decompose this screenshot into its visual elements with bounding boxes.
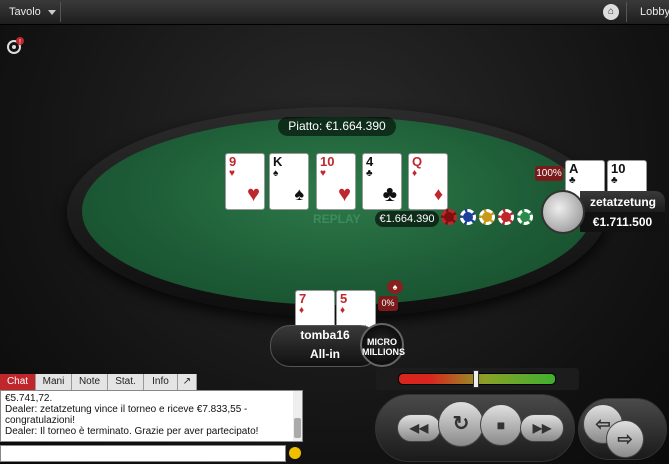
card-suit: ♦ <box>299 305 305 316</box>
table-felt <box>82 117 592 305</box>
tab-chat[interactable]: Chat <box>0 374 36 390</box>
card-pip: ♠ <box>294 184 304 204</box>
card-suit: ♦ <box>412 168 418 179</box>
card-rank: 7 <box>299 291 307 306</box>
rewind-icon[interactable]: ◀◀ <box>397 414 441 442</box>
card-rank: 10 <box>320 154 335 169</box>
chat-line: Dealer: zetatzetung vince il torneo e ri… <box>5 404 248 415</box>
question-icon[interactable]: ! <box>6 37 24 55</box>
lobby-button[interactable]: Lobby <box>640 0 669 24</box>
board-card-1: 9 ♥ ♥ <box>225 153 265 210</box>
card-suit: ♠ <box>273 168 279 179</box>
tab-note[interactable]: Note <box>72 374 108 390</box>
card-rank: A <box>569 161 579 176</box>
pot-label: Piatto: €1.664.390 <box>278 117 396 136</box>
card-suit: ♦ <box>340 305 346 316</box>
board-card-5: Q ♦ ♦ <box>408 153 448 210</box>
micro-millions-logo: MICRO MILLIONS <box>360 323 405 367</box>
opponent-name: zetatzetung <box>580 191 665 213</box>
fast-forward-icon[interactable]: ▶▶ <box>520 414 564 442</box>
opponent-equity-badge: 100% <box>535 166 563 181</box>
popout-icon[interactable]: ↗ <box>178 374 197 390</box>
chip-icon <box>517 209 533 225</box>
card-rank: 10 <box>611 161 626 176</box>
divider <box>60 2 61 22</box>
card-pip: ♦ <box>433 184 443 204</box>
chat-input[interactable] <box>0 445 286 462</box>
card-pip: ♥ <box>246 181 260 206</box>
tavolo-menu-label: Tavolo <box>9 6 41 18</box>
chat-log: €5.741,72. Dealer: zetatzetung vince il … <box>0 390 303 442</box>
spade-badge-icon: ♠ <box>387 280 403 294</box>
hero-equity-badge: 0% <box>378 296 398 311</box>
chat-line: €5.741,72. <box>5 393 53 404</box>
chat-line: Dealer: Il torneo è terminato. Grazie pe… <box>5 426 259 437</box>
tab-stat[interactable]: Stat. <box>108 374 144 390</box>
card-suit: ♥ <box>320 168 326 179</box>
stop-icon[interactable]: ■ <box>480 404 522 446</box>
chip-icon <box>498 209 514 225</box>
card-suit: ♣ <box>366 168 373 179</box>
opponent-avatar[interactable] <box>541 190 585 234</box>
tab-mani[interactable]: Mani <box>36 374 72 390</box>
replay-icon[interactable]: ↻ <box>438 401 484 447</box>
tab-info[interactable]: Info <box>144 374 178 390</box>
card-rank: 5 <box>340 291 348 306</box>
card-suit: ♣ <box>611 175 618 186</box>
board-card-2: K ♠ ♠ <box>269 153 309 210</box>
chevron-down-icon <box>48 10 56 15</box>
lobby-icon[interactable]: ⌂ <box>603 4 619 20</box>
replay-watermark: REPLAY <box>313 212 361 226</box>
opponent-stack: €1.711.500 <box>580 212 665 232</box>
next-hand-icon[interactable]: ⇨ <box>606 420 644 458</box>
card-rank: 9 <box>229 154 237 169</box>
chat-scroll-thumb[interactable] <box>294 418 301 438</box>
chip-icon <box>479 209 495 225</box>
card-pip: ♥ <box>337 181 351 206</box>
chip-icon <box>460 209 476 225</box>
card-rank: 4 <box>366 154 374 169</box>
bet-slider-handle[interactable] <box>473 370 479 388</box>
card-rank: K <box>273 154 283 169</box>
emoji-icon[interactable] <box>289 447 301 459</box>
card-suit: ♥ <box>229 168 235 179</box>
card-pip: ♣ <box>382 181 397 206</box>
tavolo-menu-button[interactable]: Tavolo <box>0 0 60 24</box>
bet-amount: €1.664.390 <box>375 211 439 227</box>
svg-text:!: ! <box>19 39 21 46</box>
card-rank: Q <box>412 154 423 169</box>
divider <box>626 2 627 22</box>
chat-line: congratulazioni! <box>5 415 76 426</box>
chip-icon <box>441 209 457 225</box>
top-bar: Tavolo ⌂ Lobby <box>0 0 669 25</box>
board-card-4: 4 ♣ ♣ <box>362 153 402 210</box>
board-card-3: 10 ♥ ♥ <box>316 153 356 210</box>
card-suit: ♣ <box>569 175 576 186</box>
